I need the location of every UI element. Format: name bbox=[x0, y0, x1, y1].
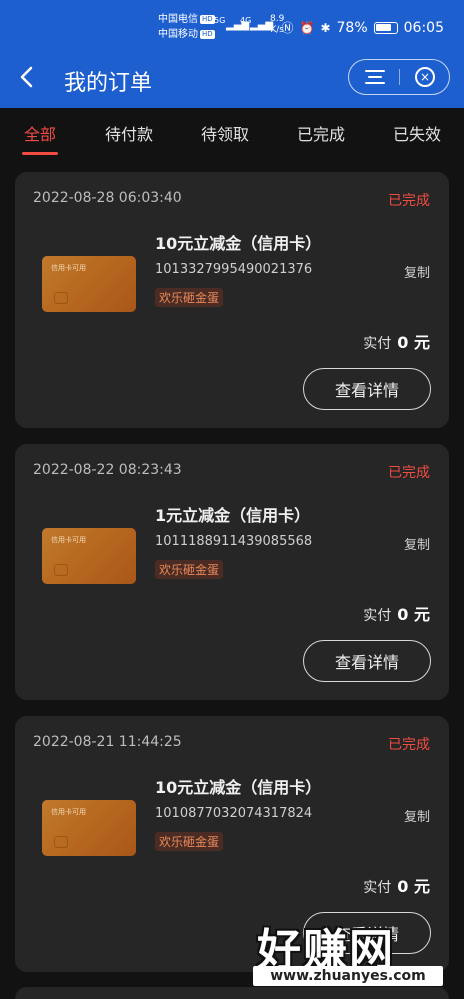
hd-badge: HD bbox=[200, 14, 215, 24]
close-circle-icon[interactable]: × bbox=[415, 67, 435, 87]
carrier-2: 中国移动 bbox=[158, 29, 198, 40]
product-name: 10元立减金（信用卡） bbox=[155, 234, 322, 253]
order-time: 2022-08-28 06:03:40 bbox=[33, 190, 182, 206]
view-details-button[interactable]: 查看详情 bbox=[303, 640, 431, 682]
order-card: 2022-08-28 06:03:40 已完成 信用卡可用 10元立减金（信用卡… bbox=[15, 172, 449, 428]
product-thumbnail: 信用卡可用 bbox=[42, 256, 136, 312]
view-details-button[interactable]: 查看详情 bbox=[303, 368, 431, 410]
order-code: 1013327995490021376 bbox=[155, 262, 313, 277]
hd-badge: HD bbox=[200, 29, 215, 39]
active-tab-indicator bbox=[22, 152, 58, 155]
tab-completed[interactable]: 已完成 bbox=[297, 121, 345, 145]
menu-icon[interactable] bbox=[365, 69, 385, 85]
capsule-divider bbox=[399, 69, 400, 85]
order-tabs: 全部 待付款 待领取 已完成 已失效 bbox=[0, 108, 464, 166]
order-card-partial bbox=[15, 987, 449, 999]
paid-amount: 实付 0 元 bbox=[363, 873, 430, 897]
title-bar: 我的订单 × bbox=[0, 56, 464, 108]
thumbnail-label: 信用卡可用 bbox=[51, 808, 86, 816]
app-header: 中国电信 HD 中国移动 HD 5G ▂▄▆ 4G ▂▄▆ 8.9 K/s Ⓝ ⏰ … bbox=[0, 0, 464, 108]
order-time: 2022-08-21 11:44:25 bbox=[33, 734, 182, 750]
carrier-1: 中国电信 bbox=[158, 14, 198, 25]
thumbnail-label: 信用卡可用 bbox=[51, 264, 86, 272]
order-status: 已完成 bbox=[388, 193, 430, 209]
card-chip-icon bbox=[54, 292, 68, 304]
copy-button[interactable]: 复制 bbox=[404, 262, 430, 281]
bluetooth-icon: ✱ bbox=[320, 20, 331, 35]
card-chip-icon bbox=[54, 836, 68, 848]
source-tag: 欢乐砸金蛋 bbox=[155, 288, 224, 307]
nfc-icon: Ⓝ bbox=[281, 21, 294, 35]
battery-percent: 78% bbox=[336, 19, 368, 36]
tab-pending-payment[interactable]: 待付款 bbox=[105, 121, 153, 145]
clock: 06:05 bbox=[403, 19, 444, 36]
alarm-icon: ⏰ bbox=[299, 20, 315, 35]
paid-value: 0 元 bbox=[397, 877, 430, 896]
order-status: 已完成 bbox=[388, 465, 430, 481]
source-tag: 欢乐砸金蛋 bbox=[155, 832, 224, 851]
watermark: 好赚网 www.zhuanyes.com bbox=[253, 914, 443, 986]
paid-label: 实付 bbox=[363, 336, 392, 352]
network-type-1: 5G bbox=[214, 16, 226, 25]
tab-all[interactable]: 全部 bbox=[24, 121, 56, 145]
source-tag: 欢乐砸金蛋 bbox=[155, 560, 224, 579]
card-chip-icon bbox=[54, 564, 68, 576]
tab-pending-claim[interactable]: 待领取 bbox=[201, 121, 249, 145]
copy-button[interactable]: 复制 bbox=[404, 806, 430, 825]
order-code: 1011188911439085568 bbox=[155, 534, 313, 549]
paid-amount: 实付 0 元 bbox=[363, 601, 430, 625]
page-title: 我的订单 bbox=[64, 71, 153, 96]
paid-value: 0 元 bbox=[397, 333, 430, 352]
order-card: 2022-08-22 08:23:43 已完成 信用卡可用 1元立减金（信用卡）… bbox=[15, 444, 449, 700]
copy-button[interactable]: 复制 bbox=[404, 534, 430, 553]
chevron-left-icon bbox=[20, 66, 33, 88]
order-status: 已完成 bbox=[388, 737, 430, 753]
paid-label: 实付 bbox=[363, 880, 392, 896]
back-button[interactable] bbox=[16, 60, 44, 96]
battery-icon bbox=[373, 21, 398, 34]
paid-label: 实付 bbox=[363, 608, 392, 624]
product-thumbnail: 信用卡可用 bbox=[42, 800, 136, 856]
product-thumbnail: 信用卡可用 bbox=[42, 528, 136, 584]
order-time: 2022-08-22 08:23:43 bbox=[33, 462, 182, 478]
order-code: 1010877032074317824 bbox=[155, 806, 313, 821]
product-name: 1元立减金（信用卡） bbox=[155, 506, 311, 525]
paid-value: 0 元 bbox=[397, 605, 430, 624]
status-right: Ⓝ ⏰ ✱ 78% 06:05 bbox=[281, 19, 444, 36]
status-bar: 中国电信 HD 中国移动 HD 5G ▂▄▆ 4G ▂▄▆ 8.9 K/s Ⓝ ⏰ … bbox=[0, 0, 464, 56]
paid-amount: 实付 0 元 bbox=[363, 329, 430, 353]
carrier-info: 中国电信 HD 中国移动 HD bbox=[158, 12, 215, 42]
thumbnail-label: 信用卡可用 bbox=[51, 536, 86, 544]
watermark-url: www.zhuanyes.com bbox=[253, 966, 443, 986]
product-name: 10元立减金（信用卡） bbox=[155, 778, 322, 797]
mini-program-capsule: × bbox=[348, 59, 450, 95]
tab-expired[interactable]: 已失效 bbox=[393, 121, 441, 145]
